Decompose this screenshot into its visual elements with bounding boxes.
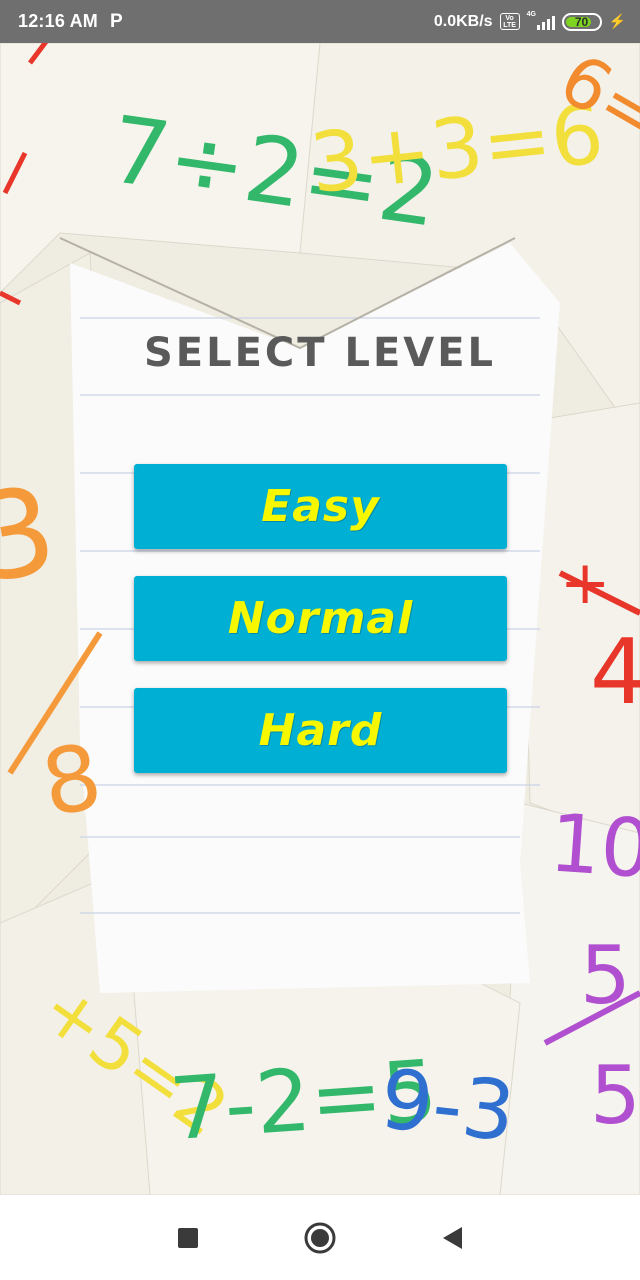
triangle-back-icon [443, 1226, 462, 1249]
svg-text:10: 10 [547, 796, 640, 896]
page-title: SELECT LEVEL [143, 330, 497, 376]
battery-icon: 70 [561, 12, 602, 31]
p-icon: P [109, 10, 123, 32]
network-type: 4G [526, 10, 536, 18]
square-icon [178, 1227, 198, 1248]
svg-text:5: 5 [590, 1049, 640, 1142]
charging-bolt-icon: ⚡ [608, 13, 626, 29]
volte-icon: Vo LTE [499, 13, 520, 30]
app-area: 7÷2=2 3+3=6 6= 3 8 + 4 10 5 5 +5=2 7-2=5… [0, 43, 640, 1195]
recents-button[interactable] [165, 1215, 211, 1261]
circle-icon [304, 1222, 336, 1253]
equation-bottom-right: 9-3 [376, 1052, 519, 1160]
easy-level-button[interactable]: Easy [134, 464, 507, 549]
navigation-bar [0, 1195, 640, 1280]
home-button[interactable] [297, 1215, 343, 1261]
net-speed: 0.0KB/s [433, 12, 493, 30]
status-bar: 12:16 AM P 0.0KB/s Vo LTE 4G 70 ⚡ [0, 0, 640, 43]
back-button[interactable] [429, 1215, 475, 1261]
signal-icon: 4G [526, 10, 555, 30]
volte-label-top: Vo [505, 14, 514, 22]
normal-level-button[interactable]: Normal [134, 576, 507, 661]
battery-level: 70 [574, 14, 589, 29]
status-time: 12:16 AM [18, 11, 98, 31]
status-left: 12:16 AM P [18, 11, 123, 33]
hard-level-button[interactable]: Hard [134, 688, 507, 773]
svg-text:4: 4 [590, 620, 640, 725]
status-right: 0.0KB/s Vo LTE 4G 70 ⚡ [433, 10, 626, 31]
volte-label-bottom: LTE [503, 21, 516, 29]
